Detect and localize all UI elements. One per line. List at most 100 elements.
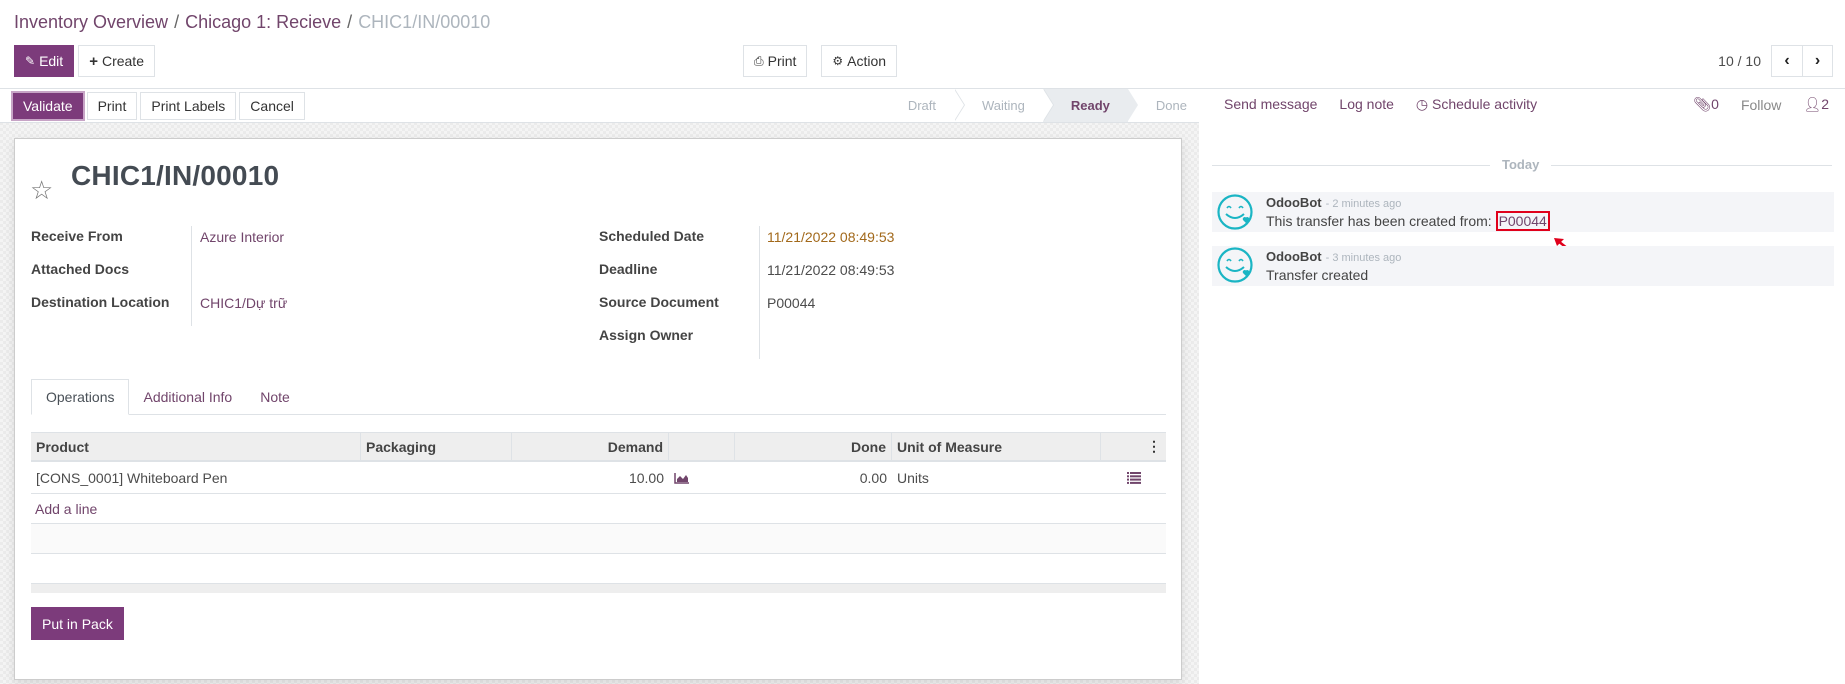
date-separator-label: Today: [1490, 157, 1552, 172]
tab-note[interactable]: Note: [246, 379, 304, 415]
message-body: This transfer has been created from: P00…: [1266, 211, 1550, 231]
chatter-followers-bar: 📎︎0 Follow 👤︎2: [1693, 96, 1829, 113]
attachments-button[interactable]: 📎︎0: [1693, 96, 1719, 113]
message-time: - 2 minutes ago: [1325, 198, 1402, 210]
attached-docs-label: Attached Docs: [31, 261, 130, 277]
operations-table: Product Packaging Demand Done Unit of Me…: [31, 432, 1166, 593]
edit-button[interactable]: ✎ Edit: [14, 45, 75, 77]
column-demand[interactable]: Demand: [512, 433, 669, 460]
put-in-pack-button[interactable]: Put in Pack: [31, 607, 124, 640]
forecast-cell[interactable]: [669, 462, 735, 493]
list-icon[interactable]: [1126, 471, 1141, 484]
table-header: Product Packaging Demand Done Unit of Me…: [31, 432, 1166, 462]
add-line-link[interactable]: Add a line: [31, 494, 1166, 524]
column-packaging[interactable]: Packaging: [361, 433, 512, 460]
receive-from-value[interactable]: Azure Interior: [200, 229, 284, 245]
followers-button[interactable]: 👤︎2: [1803, 96, 1829, 113]
attachments-count: 0: [1711, 96, 1719, 112]
column-done[interactable]: Done: [735, 433, 892, 460]
pencil-icon: ✎: [25, 54, 36, 68]
message-header: OdooBot - 2 minutes ago: [1266, 194, 1401, 210]
schedule-activity-label: Schedule activity: [1432, 96, 1538, 112]
stage-draft: Draft: [880, 89, 966, 122]
message-author[interactable]: OdooBot: [1266, 249, 1322, 264]
column-unit-of-measure[interactable]: Unit of Measure: [892, 433, 1101, 460]
odoobot-avatar: [1217, 194, 1253, 230]
main-buttons: ✎ Edit + Create: [14, 45, 155, 77]
pager-value[interactable]: 10 / 10: [1718, 53, 1761, 69]
clock-icon: ◷: [1415, 96, 1433, 112]
area-chart-icon[interactable]: [674, 472, 690, 484]
breadcrumb: Inventory Overview / Chicago 1: Recieve / CH…: [14, 12, 490, 33]
optional-columns-toggle[interactable]: ⋮: [1101, 433, 1166, 460]
stage-label: Draft: [907, 98, 937, 113]
pager-buttons: ‹ ›: [1771, 45, 1833, 77]
cancel-button[interactable]: Cancel: [239, 92, 305, 120]
stage-waiting: Waiting: [954, 89, 1054, 122]
user-icon: 👤︎: [1803, 96, 1822, 112]
follow-button[interactable]: Follow: [1741, 97, 1781, 113]
status-buttons: Validate Print Print Labels Cancel: [11, 91, 305, 121]
print-menu-button[interactable]: ⎙ Print: [743, 45, 808, 77]
message-header: OdooBot - 3 minutes ago: [1266, 248, 1401, 264]
breadcrumb-chicago-receive[interactable]: Chicago 1: Recieve: [185, 12, 341, 32]
breadcrumb-inventory-overview[interactable]: Inventory Overview: [14, 12, 168, 32]
uom-cell[interactable]: Units: [892, 462, 1101, 493]
scheduled-date-label: Scheduled Date: [599, 228, 705, 244]
stage-label: Waiting: [982, 98, 1025, 113]
done-cell[interactable]: 0.00: [735, 462, 892, 493]
tab-additional-info[interactable]: Additional Info: [129, 379, 246, 415]
destination-location-value[interactable]: CHIC1/Dự trữ: [200, 295, 287, 311]
log-note-button[interactable]: Log note: [1339, 96, 1394, 113]
printer-icon: ⎙: [754, 53, 764, 68]
breadcrumb-separator: /: [174, 12, 180, 32]
deadline-value: 11/21/2022 08:49:53: [767, 262, 895, 278]
table-row[interactable]: [CONS_0001] Whiteboard Pen 10.00 0.00 Un…: [31, 462, 1166, 494]
print-menu-label: Print: [767, 53, 797, 69]
chatter-topbar: Send message Log note ◷ Schedule activit…: [1224, 96, 1537, 113]
column-product[interactable]: Product: [31, 433, 361, 460]
record-title: CHIC1/IN/00010: [71, 160, 280, 191]
receive-from-label: Receive From: [31, 228, 123, 244]
gear-icon: ⚙: [832, 54, 844, 68]
status-pipeline: Draft Waiting Ready Done: [880, 89, 1199, 122]
edit-label: Edit: [39, 53, 64, 69]
source-document-link[interactable]: P00044: [1495, 211, 1550, 231]
chevron-left-icon: ‹: [1784, 52, 1790, 69]
send-message-button[interactable]: Send message: [1224, 96, 1317, 113]
pager-next-button[interactable]: ›: [1802, 46, 1832, 76]
destination-location-label: Destination Location: [31, 294, 170, 310]
message-author[interactable]: OdooBot: [1266, 195, 1322, 210]
vertical-ellipsis-icon: ⋮: [1147, 438, 1161, 454]
create-label: Create: [101, 53, 144, 69]
detailed-operations-cell[interactable]: [1101, 462, 1166, 493]
schedule-activity-button[interactable]: ◷ Schedule activity: [1416, 96, 1537, 113]
message-time: - 3 minutes ago: [1325, 252, 1402, 264]
column-forecast: [669, 433, 735, 460]
packaging-cell[interactable]: [361, 462, 512, 493]
paperclip-icon: 📎︎: [1693, 96, 1712, 112]
create-button[interactable]: + Create: [78, 45, 155, 77]
print-button[interactable]: Print: [86, 92, 138, 120]
deadline-label: Deadline: [599, 261, 658, 277]
pager: 10 / 10 ‹ ›: [1718, 45, 1833, 77]
action-menu-label: Action: [847, 53, 887, 69]
print-labels-button[interactable]: Print Labels: [140, 92, 237, 120]
pager-previous-button[interactable]: ‹: [1772, 46, 1802, 76]
stage-label: Done: [1155, 98, 1187, 113]
stage-done: Done: [1128, 89, 1199, 122]
scheduled-date-value: 11/21/2022 08:49:53: [767, 229, 895, 245]
field-divider: [759, 226, 760, 359]
star-outline-icon[interactable]: ☆: [30, 175, 53, 206]
action-menu-button[interactable]: ⚙ Action: [821, 45, 898, 77]
demand-cell[interactable]: 10.00: [512, 462, 669, 493]
empty-row: [31, 554, 1166, 584]
message-body: Transfer created: [1266, 267, 1369, 283]
validate-button[interactable]: Validate: [11, 91, 85, 121]
plus-icon: +: [89, 52, 98, 70]
product-cell[interactable]: [CONS_0001] Whiteboard Pen: [31, 462, 361, 493]
tab-operations[interactable]: Operations: [31, 379, 130, 415]
breadcrumb-current: CHIC1/IN/00010: [358, 12, 491, 32]
odoobot-avatar: [1217, 247, 1253, 283]
followers-count: 2: [1821, 96, 1829, 112]
